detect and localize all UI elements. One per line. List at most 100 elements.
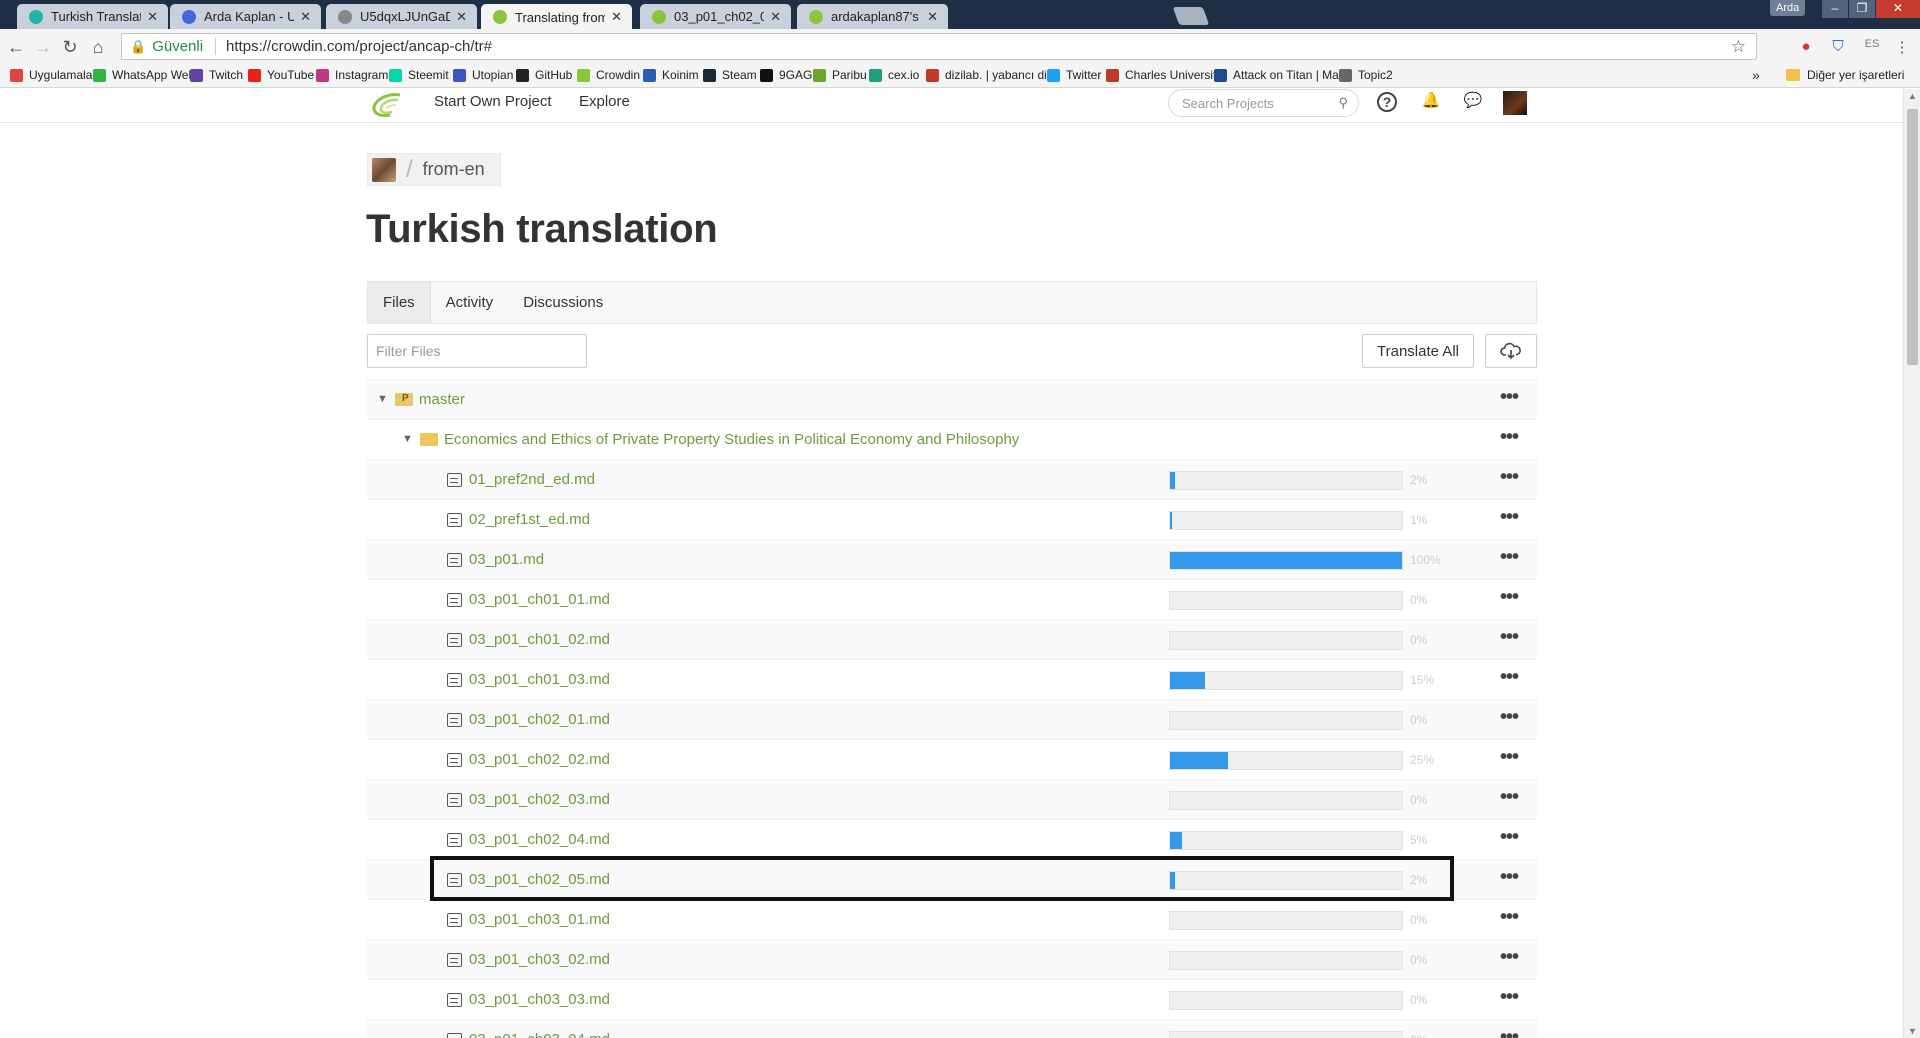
file-row[interactable]: 03_p01.md 100% •••	[367, 539, 1537, 579]
bookmark-item[interactable]: WhatsApp Web	[93, 68, 195, 82]
file-name[interactable]: 03_p01_ch02_05.md	[469, 871, 610, 888]
file-name[interactable]: 03_p01_ch01_01.md	[469, 591, 610, 608]
file-row[interactable]: 03_p01_ch02_02.md 25% •••	[367, 739, 1537, 779]
tree-folder-row[interactable]: ▼ Economics and Ethics of Private Propert…	[367, 419, 1537, 459]
browser-menu-icon[interactable]: ⋮	[1892, 38, 1912, 56]
file-name[interactable]: 03_p01_ch01_02.md	[469, 631, 610, 648]
tab-files[interactable]: Files	[368, 282, 431, 323]
back-icon[interactable]: ←	[5, 37, 27, 57]
bookmark-item[interactable]: Steemit	[389, 68, 449, 82]
file-row[interactable]: 03_p01_ch03_03.md 0% •••	[367, 979, 1537, 1019]
bookmark-item[interactable]: Charles University	[1106, 68, 1222, 82]
extension-red-icon[interactable]: ●	[1796, 38, 1816, 55]
browser-tab[interactable]: Translating from-en to T ✕	[481, 4, 632, 29]
user-avatar[interactable]	[1503, 91, 1527, 115]
scroll-down-icon[interactable]: ▼	[1908, 1026, 1917, 1036]
messages-chat-icon[interactable]: 💬	[1461, 91, 1485, 109]
reload-icon[interactable]: ↻	[59, 37, 81, 57]
more-actions-icon[interactable]: •••	[1500, 386, 1519, 409]
more-actions-icon[interactable]: •••	[1500, 546, 1519, 569]
tree-branch-row[interactable]: ▼ master •••	[367, 379, 1537, 419]
bookmark-item[interactable]: cex.io	[869, 68, 919, 82]
file-name[interactable]: 03_p01_ch03_04.md	[469, 1031, 610, 1038]
file-name[interactable]: 03_p01_ch02_04.md	[469, 831, 610, 848]
bookmark-item[interactable]: Utopian	[453, 68, 513, 82]
file-row[interactable]: 03_p01_ch02_04.md 5% •••	[367, 819, 1537, 859]
collapse-caret-icon[interactable]: ▼	[377, 393, 388, 405]
more-actions-icon[interactable]: •••	[1500, 906, 1519, 929]
close-window-icon[interactable]: ✕	[1876, 0, 1920, 18]
filter-files-input[interactable]: Filter Files	[367, 334, 587, 368]
nav-start-own-project[interactable]: Start Own Project	[434, 93, 552, 110]
more-actions-icon[interactable]: •••	[1500, 626, 1519, 649]
bookmark-item[interactable]: Instagram	[316, 68, 388, 82]
translate-all-button[interactable]: Translate All	[1362, 334, 1474, 368]
more-actions-icon[interactable]: •••	[1500, 746, 1519, 769]
more-actions-icon[interactable]: •••	[1500, 426, 1519, 449]
nav-explore[interactable]: Explore	[579, 93, 630, 110]
file-row[interactable]: 03_p01_ch03_02.md 0% •••	[367, 939, 1537, 979]
bookmark-item[interactable]: 9GAG	[760, 68, 812, 82]
home-icon[interactable]: ⌂	[87, 37, 109, 57]
file-name[interactable]: 03_p01_ch02_01.md	[469, 711, 610, 728]
browser-tab[interactable]: ardakaplan87's Activity - ✕	[797, 4, 948, 29]
tab-close-icon[interactable]: ✕	[300, 9, 311, 25]
bookmark-item[interactable]: Twitch	[190, 68, 243, 82]
bookmark-item[interactable]: YouTube	[248, 68, 314, 82]
file-name[interactable]: 01_pref2nd_ed.md	[469, 471, 595, 488]
bookmark-item[interactable]: dizilab. | yabancı dizi	[926, 68, 1056, 82]
browser-tab[interactable]: Turkish Translation of an ✕	[17, 4, 168, 29]
bookmark-item[interactable]: GitHub	[516, 68, 572, 82]
more-actions-icon[interactable]: •••	[1500, 826, 1519, 849]
browser-tab[interactable]: Arda Kaplan - Utopian ✕	[170, 4, 321, 29]
tab-close-icon[interactable]: ✕	[147, 9, 158, 25]
more-actions-icon[interactable]: •••	[1500, 1026, 1519, 1038]
more-actions-icon[interactable]: •••	[1500, 706, 1519, 729]
file-name[interactable]: 03_p01_ch03_01.md	[469, 911, 610, 928]
file-row[interactable]: 03_p01_ch02_05.md 2% •••	[367, 859, 1537, 899]
window-user-badge[interactable]: Arda	[1770, 0, 1806, 16]
bookmark-item[interactable]: Koinim	[643, 68, 699, 82]
search-icon[interactable]: ⚲	[1338, 95, 1348, 111]
bookmark-item[interactable]: Twitter	[1047, 68, 1101, 82]
collapse-caret-icon[interactable]: ▼	[402, 433, 413, 445]
scrollbar-thumb[interactable]	[1907, 109, 1918, 365]
extension-es-icon[interactable]: ES	[1862, 38, 1882, 50]
file-name[interactable]: 02_pref1st_ed.md	[469, 511, 590, 528]
file-row[interactable]: 03_p01_ch01_02.md 0% •••	[367, 619, 1537, 659]
file-name[interactable]: 03_p01_ch03_03.md	[469, 991, 610, 1008]
download-button[interactable]	[1485, 334, 1537, 368]
folder-name[interactable]: Economics and Ethics of Private Property…	[444, 431, 1019, 448]
file-row[interactable]: 02_pref1st_ed.md 1% •••	[367, 499, 1537, 539]
other-bookmarks[interactable]: Diğer yer işaretleri	[1786, 68, 1904, 82]
more-actions-icon[interactable]: •••	[1500, 466, 1519, 489]
crowdin-logo-icon[interactable]	[370, 91, 404, 119]
bookmarks-overflow-icon[interactable]: »	[1752, 67, 1760, 83]
project-avatar[interactable]	[372, 157, 396, 182]
bookmark-item[interactable]: Paribu	[813, 68, 867, 82]
search-projects-input[interactable]: Search Projects ⚲	[1168, 89, 1359, 117]
browser-tab[interactable]: U5dqxLJUnGaD2EAJWV ✕	[326, 4, 477, 29]
forward-icon[interactable]: →	[32, 37, 54, 57]
file-name[interactable]: 03_p01_ch03_02.md	[469, 951, 610, 968]
breadcrumb-project-name[interactable]: from-en	[423, 159, 485, 180]
new-tab-button[interactable]	[1172, 7, 1210, 25]
branch-name[interactable]: master	[419, 391, 465, 408]
file-row[interactable]: 01_pref2nd_ed.md 2% •••	[367, 459, 1537, 499]
file-row[interactable]: 03_p01_ch01_03.md 15% •••	[367, 659, 1537, 699]
tab-close-icon[interactable]: ✕	[927, 9, 938, 25]
file-name[interactable]: 03_p01_ch01_03.md	[469, 671, 610, 688]
more-actions-icon[interactable]: •••	[1500, 666, 1519, 689]
maximize-icon[interactable]: ❐	[1849, 0, 1875, 18]
extension-shield-icon[interactable]: ⛉	[1828, 38, 1848, 55]
file-name[interactable]: 03_p01_ch02_02.md	[469, 751, 610, 768]
more-actions-icon[interactable]: •••	[1500, 786, 1519, 809]
browser-tab[interactable]: 03_p01_ch02_05.md - fro ✕	[640, 4, 791, 29]
bookmark-item[interactable]: Crowdin	[577, 68, 640, 82]
tab-discussions[interactable]: Discussions	[508, 282, 618, 323]
more-actions-icon[interactable]: •••	[1500, 986, 1519, 1009]
file-row[interactable]: 03_p01_ch03_04.md 0% •••	[367, 1019, 1537, 1038]
more-actions-icon[interactable]: •••	[1500, 946, 1519, 969]
more-actions-icon[interactable]: •••	[1500, 866, 1519, 889]
tab-activity[interactable]: Activity	[431, 282, 509, 323]
